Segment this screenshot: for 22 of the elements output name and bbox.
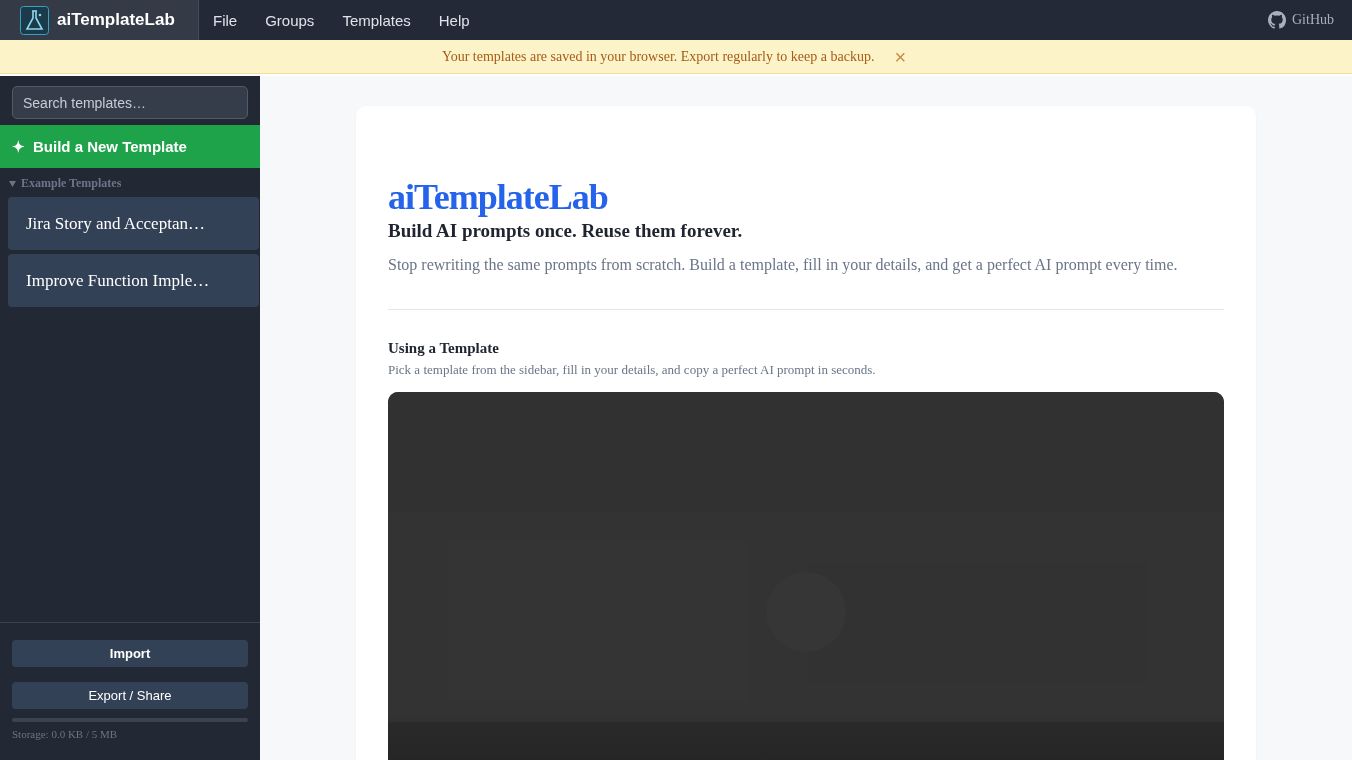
menu-item[interactable]: Help xyxy=(424,11,484,29)
page-title: aiTemplateLab xyxy=(388,176,609,218)
notice-text: Your templates are saved in your browser. Export regularly to keep a backup. xyxy=(441,48,875,65)
tagline: Build AI prompts once. Reuse them forever. xyxy=(388,220,744,242)
caret-icon xyxy=(9,180,16,187)
intro-text: Stop rewriting the same prompts from scratch. Build a template, fill in your details, and get a perfect AI prompt every time. xyxy=(388,256,1179,274)
import-button[interactable]: Import xyxy=(12,640,248,667)
flask-logo-icon xyxy=(20,5,49,35)
github-icon xyxy=(1268,11,1286,29)
section-title: Using a Template xyxy=(388,340,500,357)
search-field[interactable]: Search templates… xyxy=(12,86,248,119)
menu-item[interactable]: Templates xyxy=(328,11,425,29)
template-item[interactable]: Improve Function Imple… xyxy=(8,254,259,307)
github-link[interactable]: GitHub xyxy=(1268,0,1352,40)
storage-text: Storage: 0.0 KB / 5 MB xyxy=(12,728,119,740)
export-button[interactable]: Export / Share xyxy=(12,682,248,709)
brand-area[interactable]: aiTemplateLab xyxy=(0,0,199,40)
template-item[interactable]: Jira Story and Acceptan… xyxy=(8,197,259,250)
app-name: aiTemplateLab xyxy=(57,10,175,30)
section-text: Pick a template from the sidebar, fill in your details, and copy a perfect AI prompt in seconds. xyxy=(388,362,877,378)
menu-item[interactable]: File xyxy=(199,11,252,29)
menu-item[interactable]: Groups xyxy=(251,11,329,29)
